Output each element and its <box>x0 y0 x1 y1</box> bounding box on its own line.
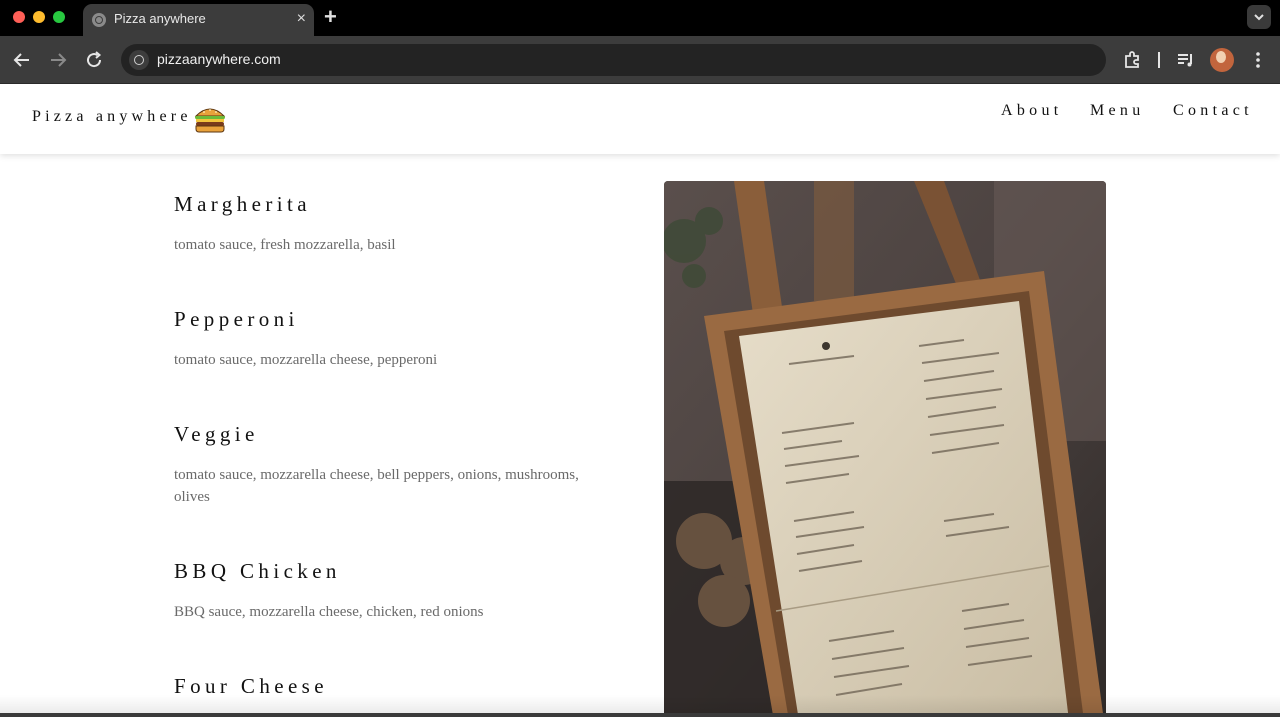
forward-button[interactable] <box>46 48 70 72</box>
tab-search-button[interactable] <box>1247 5 1271 29</box>
media-control-icon[interactable] <box>1174 48 1198 72</box>
menu-item-description: tomato sauce, mozzarella cheese, bell pe… <box>174 467 579 505</box>
menu-item-pepperoni: Pepperoni tomato sauce, mozzarella chees… <box>174 307 594 371</box>
nav-contact-link[interactable]: Contact <box>1173 102 1253 120</box>
extensions-icon[interactable] <box>1120 48 1144 72</box>
menu-item-name: Margherita <box>174 192 311 216</box>
chevron-down-icon <box>1254 14 1264 21</box>
site-brand[interactable]: Pizza anywhere <box>32 108 192 126</box>
page-viewport: Pizza anywhere About Menu Contact Marghe… <box>0 84 1280 713</box>
menu-item-name: Pepperoni <box>174 307 299 331</box>
arrow-right-icon <box>51 53 67 67</box>
window-minimize-button[interactable] <box>33 11 45 23</box>
window-bottom-edge <box>0 713 1280 717</box>
kebab-menu-icon[interactable] <box>1246 48 1270 72</box>
viewport-bottom-shadow <box>0 695 1280 713</box>
menu-item-description: tomato sauce, fresh mozzarella, basil <box>174 237 396 253</box>
burger-icon[interactable] <box>193 104 227 134</box>
menu-item-bbq-chicken: BBQ Chicken BBQ sauce, mozzarella cheese… <box>174 559 594 623</box>
address-bar[interactable]: pizzaanywhere.com <box>121 44 1106 76</box>
menu-item-description: tomato sauce, mozzarella cheese, peppero… <box>174 352 438 368</box>
menu-item-name: Veggie <box>174 422 259 446</box>
profile-avatar[interactable] <box>1210 48 1234 72</box>
site-info-icon[interactable] <box>129 50 149 70</box>
address-url[interactable]: pizzaanywhere.com <box>157 51 281 67</box>
menu-item-description: BBQ sauce, mozzarella cheese, chicken, r… <box>174 604 484 620</box>
browser-toolbar: pizzaanywhere.com <box>0 36 1280 84</box>
toolbar-divider <box>1158 52 1160 68</box>
site-header: Pizza anywhere About Menu Contact <box>0 84 1280 154</box>
menu-item-margherita: Margherita tomato sauce, fresh mozzarell… <box>174 192 594 256</box>
menu-board-photo <box>664 181 1106 713</box>
menu-item-name: BBQ Chicken <box>174 559 341 583</box>
browser-title-bar: Pizza anywhere × + <box>0 0 1280 36</box>
back-button[interactable] <box>10 48 34 72</box>
nav-about-link[interactable]: About <box>1001 102 1063 120</box>
tab-title: Pizza anywhere <box>114 11 206 26</box>
nav-menu-link[interactable]: Menu <box>1090 102 1145 120</box>
window-close-button[interactable] <box>13 11 25 23</box>
globe-icon <box>92 13 106 27</box>
browser-tab-active[interactable]: Pizza anywhere × <box>83 4 314 36</box>
new-tab-button[interactable]: + <box>324 6 337 28</box>
window-maximize-button[interactable] <box>53 11 65 23</box>
reload-button[interactable] <box>82 48 106 72</box>
tab-close-button[interactable]: × <box>297 10 306 28</box>
menu-item-veggie: Veggie tomato sauce, mozzarella cheese, … <box>174 422 594 508</box>
reload-icon <box>87 51 102 68</box>
arrow-left-icon <box>13 53 29 67</box>
